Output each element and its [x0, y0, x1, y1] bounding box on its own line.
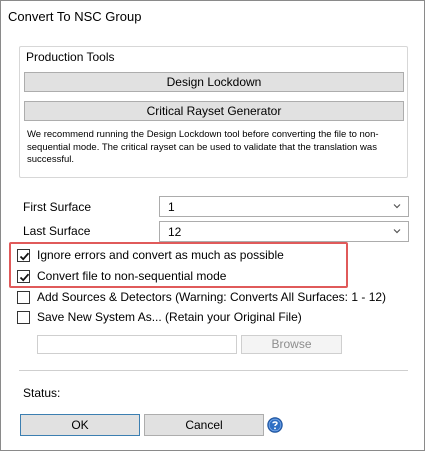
- convert-to-nsc-dialog: Convert To NSC Group Production Tools De…: [0, 0, 425, 451]
- highlight-box: [9, 242, 348, 288]
- browse-button[interactable]: Browse: [241, 335, 342, 354]
- title-bar: Convert To NSC Group: [1, 1, 424, 33]
- last-surface-select[interactable]: 12: [159, 221, 409, 242]
- add-sources-checkbox[interactable]: [17, 291, 30, 304]
- production-tools-legend: Production Tools: [26, 50, 115, 64]
- production-tools-group: Production Tools Design Lockdown Critica…: [19, 46, 408, 178]
- critical-rayset-generator-button[interactable]: Critical Rayset Generator: [24, 101, 404, 121]
- last-surface-value: 12: [168, 225, 182, 239]
- chevron-down-icon: [393, 229, 401, 234]
- window-title: Convert To NSC Group: [8, 9, 142, 24]
- cancel-button[interactable]: Cancel: [144, 414, 264, 436]
- ok-button[interactable]: OK: [20, 414, 140, 436]
- add-sources-label: Add Sources & Detectors (Warning: Conver…: [37, 290, 387, 304]
- save-path-input[interactable]: [37, 335, 237, 354]
- chevron-down-icon: [393, 204, 401, 209]
- divider: [19, 370, 408, 371]
- first-surface-select[interactable]: 1: [159, 196, 409, 217]
- last-surface-label: Last Surface: [23, 224, 91, 238]
- production-tools-note: We recommend running the Design Lockdown…: [27, 129, 379, 165]
- design-lockdown-button[interactable]: Design Lockdown: [24, 72, 404, 92]
- help-icon[interactable]: [267, 417, 283, 433]
- save-new-system-checkbox[interactable]: [17, 311, 30, 324]
- status-label: Status:: [23, 386, 61, 400]
- first-surface-value: 1: [168, 200, 175, 214]
- save-new-system-label: Save New System As... (Retain your Origi…: [37, 310, 302, 324]
- first-surface-label: First Surface: [23, 200, 92, 214]
